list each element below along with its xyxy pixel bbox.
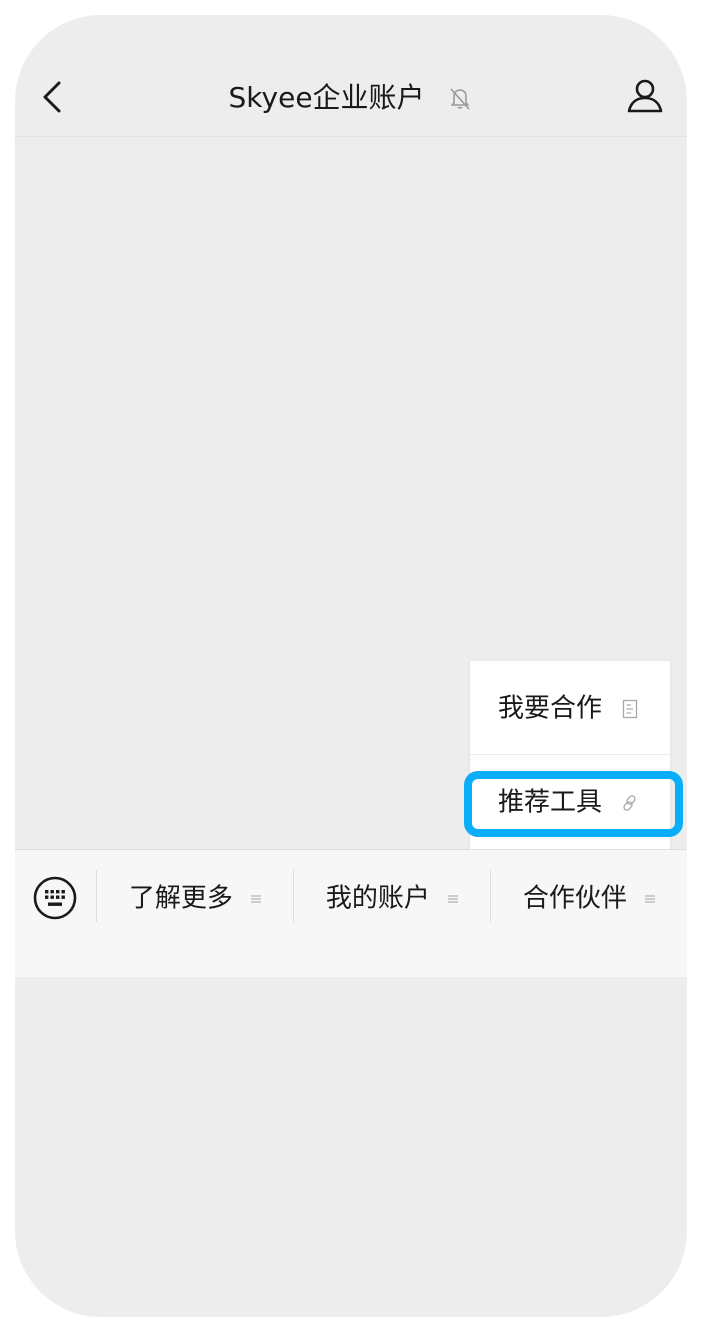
menu-item-partners[interactable]: 合作伙伴 [491,870,687,926]
bottom-menu-bar: 了解更多 我的账户 合作伙伴 [15,849,687,977]
submenu-item-cooperate[interactable]: 我要合作 [470,661,670,755]
chat-header: Skyee企业账户 [15,15,687,137]
menu-item-learn-more[interactable]: 了解更多 [97,870,293,926]
menu-item-label: 了解更多 [128,883,233,914]
chat-title-area: Skyee企业账户 [15,77,687,118]
submenu-item-label: 我要合作 [498,693,603,724]
profile-button[interactable] [625,75,665,115]
menu-lines-icon [645,894,656,903]
submenu-item-recommend-tool[interactable]: 推荐工具 [470,755,670,849]
submenu-item-label: 推荐工具 [498,787,603,818]
menu-lines-icon [448,894,459,903]
keyboard-icon [33,876,77,920]
menu-item-label: 我的账户 [325,883,430,914]
menu-item-my-account[interactable]: 我的账户 [294,870,490,926]
chat-title: Skyee企业账户 [228,81,425,114]
phone-screen: Skyee企业账户 我要合作 推荐工具 了解更多 我的账户 合作伙伴 [15,15,687,1317]
link-icon [623,794,636,811]
person-icon [627,79,663,113]
bell-off-icon [450,88,471,110]
menu-item-label: 合作伙伴 [522,883,627,914]
menu-lines-icon [251,894,262,903]
document-icon [623,699,638,718]
submenu-popup: 我要合作 推荐工具 [470,661,670,849]
keyboard-toggle-button[interactable] [33,876,77,920]
